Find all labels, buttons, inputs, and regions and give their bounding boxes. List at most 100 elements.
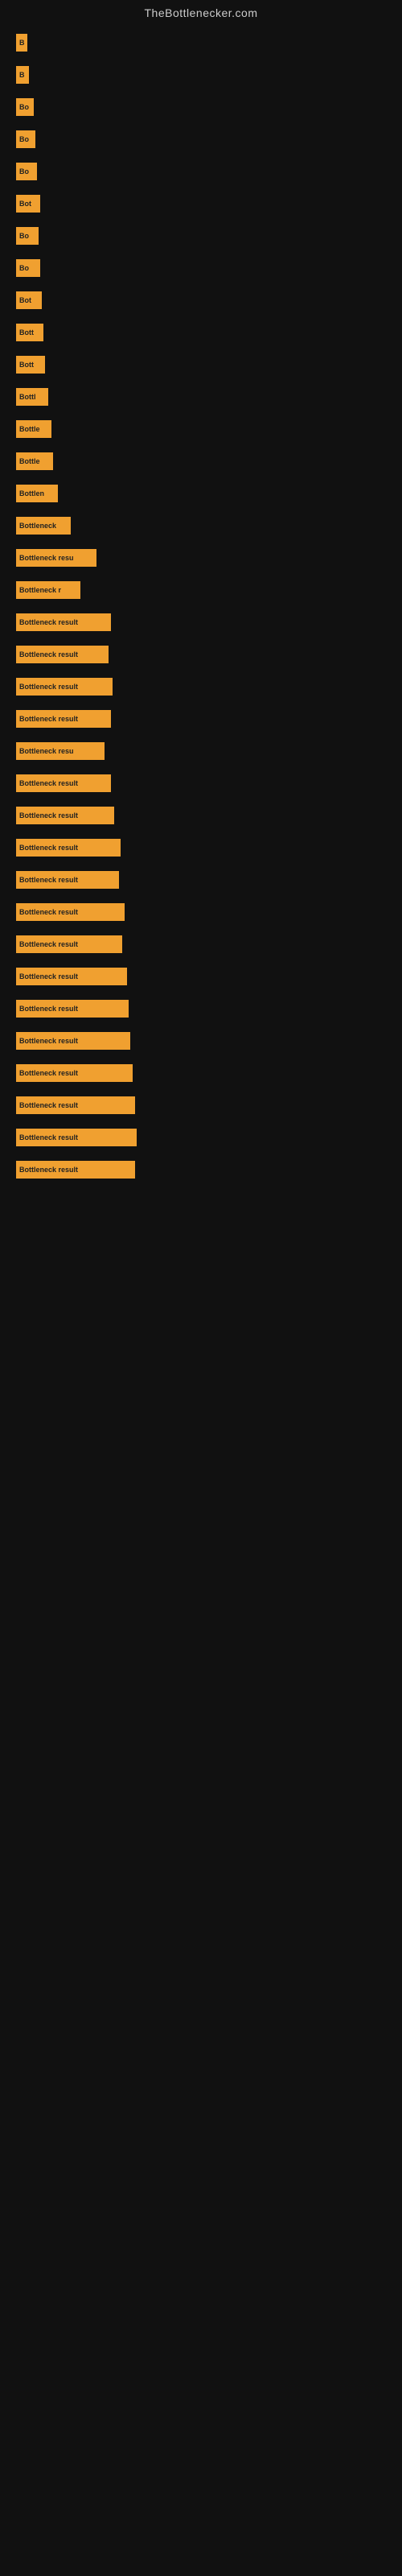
bar-label: Bottleneck result bbox=[19, 650, 78, 658]
bar-row: Bottle bbox=[16, 452, 386, 470]
bar-label: Bottleneck result bbox=[19, 1005, 78, 1013]
bar-row: Bottleneck result bbox=[16, 646, 386, 663]
bar: Bottleneck result bbox=[16, 710, 111, 728]
bar-row: Bottleneck result bbox=[16, 1064, 386, 1082]
bar-label: Bottleneck resu bbox=[19, 747, 74, 755]
bar-row: Bo bbox=[16, 163, 386, 180]
bar: Bottlen bbox=[16, 485, 58, 502]
bar: Bo bbox=[16, 98, 34, 116]
bar: Bottleneck bbox=[16, 517, 71, 535]
bar: Bo bbox=[16, 259, 40, 277]
bar-label: Bottleneck result bbox=[19, 811, 78, 819]
bar-row: Bottleneck result bbox=[16, 613, 386, 631]
bar-label: Bottleneck result bbox=[19, 1133, 78, 1141]
bar: Bottleneck result bbox=[16, 1064, 133, 1082]
site-title: TheBottlenecker.com bbox=[0, 0, 402, 26]
bar-row: Bo bbox=[16, 227, 386, 245]
bar: Bottleneck resu bbox=[16, 742, 105, 760]
bar: Bottleneck result bbox=[16, 646, 109, 663]
bar-label: B bbox=[19, 39, 25, 47]
bar-row: Bottleneck result bbox=[16, 807, 386, 824]
bar-row: Bottleneck result bbox=[16, 903, 386, 921]
bar: Bottleneck result bbox=[16, 774, 111, 792]
bar-row: Bo bbox=[16, 259, 386, 277]
bar-label: Bottleneck result bbox=[19, 940, 78, 948]
bar: Bottleneck result bbox=[16, 807, 114, 824]
bar-row: Bottleneck result bbox=[16, 871, 386, 889]
bar-label: Bottle bbox=[19, 425, 40, 433]
bar: Bottleneck result bbox=[16, 839, 121, 857]
bar: Bottleneck resu bbox=[16, 549, 96, 567]
bar-label: Bottleneck result bbox=[19, 779, 78, 787]
bar-label: Bottleneck result bbox=[19, 683, 78, 691]
bar: Bottleneck result bbox=[16, 1000, 129, 1018]
bar-row: Bottleneck result bbox=[16, 1032, 386, 1050]
bar-label: Bottleneck result bbox=[19, 876, 78, 884]
bar: Bottleneck result bbox=[16, 1129, 137, 1146]
bar-row: Bot bbox=[16, 195, 386, 213]
bar: Bottleneck result bbox=[16, 1032, 130, 1050]
bar-label: Bottleneck result bbox=[19, 972, 78, 980]
bar-row: Bottl bbox=[16, 388, 386, 406]
bar-label: Bottleneck result bbox=[19, 908, 78, 916]
bar-row: Bottleneck resu bbox=[16, 742, 386, 760]
bar-row: Bottleneck result bbox=[16, 1129, 386, 1146]
bar-row: Bott bbox=[16, 324, 386, 341]
site-title-container: TheBottlenecker.com bbox=[0, 0, 402, 26]
bar-label: Bo bbox=[19, 103, 29, 111]
bars-container: B B Bo Bo Bo Bot Bo Bo Bot Bott Bott Bottl Bottle Bot… bbox=[0, 26, 402, 1201]
bar-row: Bottleneck resu bbox=[16, 549, 386, 567]
bar: Bottleneck result bbox=[16, 1096, 135, 1114]
bar-row: Bottleneck bbox=[16, 517, 386, 535]
bar-row: Bottleneck result bbox=[16, 678, 386, 696]
bar: Bo bbox=[16, 163, 37, 180]
bar: Bottleneck r bbox=[16, 581, 80, 599]
bar-label: Bottleneck bbox=[19, 522, 56, 530]
bar: Bott bbox=[16, 324, 43, 341]
bar-label: Bot bbox=[19, 296, 31, 304]
bar-label: Bottleneck result bbox=[19, 1101, 78, 1109]
bar-label: Bo bbox=[19, 167, 29, 175]
bar-row: Bo bbox=[16, 130, 386, 148]
bar: Bot bbox=[16, 195, 40, 213]
bar-label: Bott bbox=[19, 361, 34, 369]
bar: Bo bbox=[16, 130, 35, 148]
bar: Bot bbox=[16, 291, 42, 309]
bar-row: Bottleneck result bbox=[16, 839, 386, 857]
bar-row: Bottleneck result bbox=[16, 935, 386, 953]
bar: Bott bbox=[16, 356, 45, 374]
bar: Bottleneck result bbox=[16, 678, 113, 696]
bar-label: Bottle bbox=[19, 457, 40, 465]
bar-row: B bbox=[16, 66, 386, 84]
bar-row: Bottleneck result bbox=[16, 1000, 386, 1018]
bar-label: Bottleneck r bbox=[19, 586, 61, 594]
bar: Bottle bbox=[16, 452, 53, 470]
bar-row: Bo bbox=[16, 98, 386, 116]
bar: B bbox=[16, 66, 29, 84]
bar-label: Bottleneck result bbox=[19, 715, 78, 723]
bar-row: Bottleneck result bbox=[16, 968, 386, 985]
bar-label: Bottleneck result bbox=[19, 1037, 78, 1045]
bar-label: Bot bbox=[19, 200, 31, 208]
bar-label: B bbox=[19, 71, 25, 79]
bar-row: Bottleneck result bbox=[16, 710, 386, 728]
bar-row: Bot bbox=[16, 291, 386, 309]
bar-row: Bottlen bbox=[16, 485, 386, 502]
bar-row: Bottleneck result bbox=[16, 1096, 386, 1114]
bar: Bottle bbox=[16, 420, 51, 438]
bar-label: Bottleneck result bbox=[19, 618, 78, 626]
bar: Bottleneck result bbox=[16, 935, 122, 953]
bar-row: Bottleneck result bbox=[16, 774, 386, 792]
bar: Bottleneck result bbox=[16, 1161, 135, 1179]
bar-row: Bott bbox=[16, 356, 386, 374]
bar-label: Bo bbox=[19, 232, 29, 240]
bar: Bottleneck result bbox=[16, 871, 119, 889]
bar-label: Bott bbox=[19, 328, 34, 336]
bar-label: Bo bbox=[19, 264, 29, 272]
bar-row: Bottle bbox=[16, 420, 386, 438]
bar-label: Bottl bbox=[19, 393, 36, 401]
bar-label: Bottleneck result bbox=[19, 1166, 78, 1174]
bar-label: Bottleneck result bbox=[19, 1069, 78, 1077]
bar: Bottleneck result bbox=[16, 968, 127, 985]
bar: Bo bbox=[16, 227, 39, 245]
